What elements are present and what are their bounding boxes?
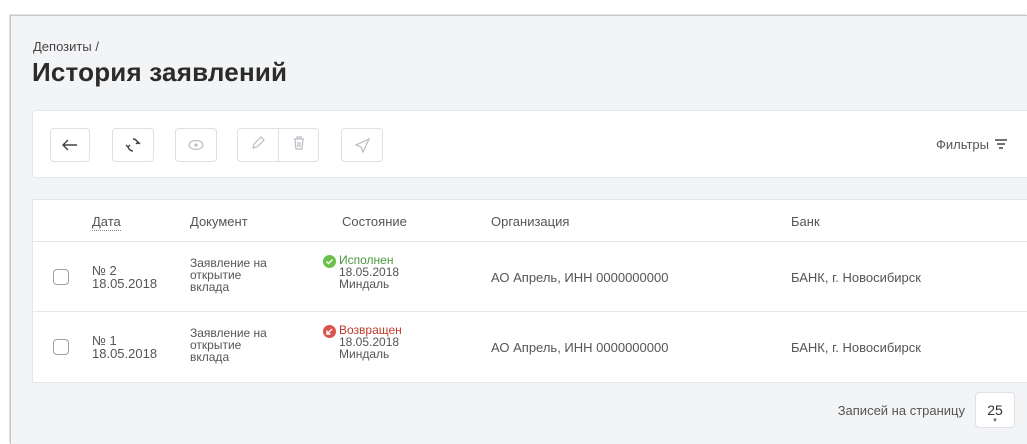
per-page-value: 25 [987,402,1003,418]
refresh-icon [125,137,141,153]
view-button[interactable] [175,128,217,162]
row-status: Возвращен 18.05.2018 Миндаль [323,324,402,360]
return-arrow-icon [323,325,336,338]
row-number-date: № 2 18.05.2018 [92,264,157,290]
column-header-organization: Организация [491,214,570,229]
row-document: Заявление на открытие вклада [190,327,300,363]
column-header-status: Состояние [342,214,407,229]
trash-icon [293,135,305,155]
row-checkbox[interactable] [53,269,69,285]
breadcrumb: Депозиты / [33,39,99,54]
back-button[interactable] [50,128,90,162]
edit-delete-group [237,128,319,162]
pencil-icon [251,135,265,155]
refresh-button[interactable] [112,128,154,162]
send-button[interactable] [341,128,383,162]
status-user: Миндаль [339,347,390,361]
applications-table: Дата Документ Состояние Организация Банк… [32,199,1027,383]
page: Депозиты / История заявлений Фильтры Дат… [10,15,1027,444]
row-bank: БАНК, г. Новосибирск [791,270,921,285]
breadcrumb-parent-link[interactable]: Депозиты [33,39,92,54]
row-status: Исполнен 18.05.2018 Миндаль [323,254,399,290]
row-document-line: вклада [190,350,230,364]
row-date: 18.05.2018 [92,346,158,361]
toolbar: Фильтры [32,110,1027,178]
column-header-document: Документ [190,214,248,229]
send-icon [354,137,370,153]
page-title: История заявлений [32,57,288,87]
table-header: Дата Документ Состояние Организация Банк [33,200,1027,242]
filters-label: Фильтры [935,137,989,152]
delete-button[interactable] [278,129,318,161]
row-organization: АО Апрель, ИНН 0000000000 [491,340,669,355]
breadcrumb-separator: / [95,39,99,54]
table-row[interactable]: № 2 18.05.2018 Заявление на открытие вкл… [33,242,1027,312]
column-header-bank: Банк [791,214,820,229]
per-page-select[interactable]: 25 ▼ [975,392,1015,428]
table-row[interactable]: № 1 18.05.2018 Заявление на открытие вкл… [33,312,1027,382]
row-date: 18.05.2018 [92,276,158,291]
row-document-line: вклада [190,280,230,294]
row-checkbox[interactable] [53,339,69,355]
column-header-date[interactable]: Дата [92,214,121,231]
pagination: Записей на страницу 25 ▼ [838,392,1015,428]
per-page-label: Записей на страницу [837,402,965,418]
filter-icon [995,137,1007,152]
row-number-date: № 1 18.05.2018 [92,334,157,360]
status-user: Миндаль [339,277,390,291]
eye-icon [188,139,204,151]
row-document: Заявление на открытие вклада [190,257,300,293]
check-circle-icon [323,255,336,268]
frame-left [0,15,10,444]
row-bank: БАНК, г. Новосибирск [791,340,921,355]
filters-button[interactable]: Фильтры [936,137,1007,152]
row-organization: АО Апрель, ИНН 0000000000 [491,270,669,285]
frame-top [0,0,1027,15]
edit-button[interactable] [238,129,278,161]
caret-down-icon: ▼ [992,418,998,424]
arrow-left-icon [62,139,78,151]
